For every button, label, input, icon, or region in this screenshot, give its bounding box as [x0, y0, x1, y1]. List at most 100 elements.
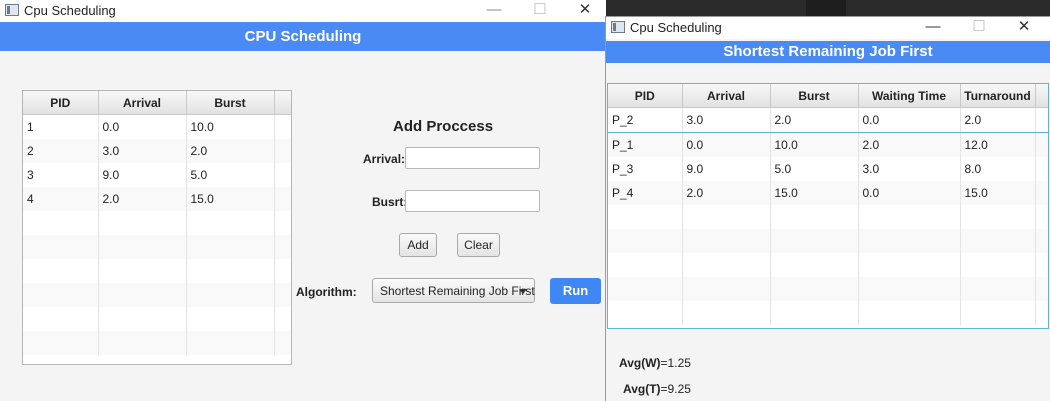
table-row[interactable]: 3 9.0 5.0	[23, 163, 291, 187]
table-cell	[858, 301, 961, 325]
add-button[interactable]: Add	[399, 233, 437, 257]
table-cell	[186, 235, 275, 259]
table-cell	[960, 229, 1036, 253]
table-cell: 0.0	[858, 107, 961, 133]
table-cell	[682, 301, 771, 325]
table-cell	[186, 283, 275, 307]
table-cell	[770, 301, 859, 325]
table-cell	[858, 277, 961, 301]
table-cell	[770, 205, 859, 229]
table-row[interactable]	[23, 235, 291, 259]
algorithm-label: Algorithm:	[296, 285, 357, 299]
table-cell	[186, 331, 275, 355]
table-cell: 0.0	[858, 181, 961, 205]
column-header-waiting-time[interactable]: Waiting Time	[858, 84, 961, 108]
table-cell	[608, 229, 683, 253]
table-row[interactable]	[608, 205, 1048, 229]
table-cell: 2	[23, 139, 99, 163]
table-cell: 10.0	[186, 114, 275, 139]
table-cell	[23, 211, 99, 235]
table-row[interactable]	[608, 253, 1048, 277]
table-cell-filler	[1035, 205, 1048, 229]
column-header-pid[interactable]: PID	[608, 84, 683, 108]
clear-button[interactable]: Clear	[457, 233, 500, 257]
column-header-pid[interactable]: PID	[23, 91, 99, 115]
table-cell: 0.0	[98, 114, 187, 139]
maximize-button[interactable]: ☐	[518, 0, 562, 22]
table-cell: 15.0	[960, 181, 1036, 205]
close-button[interactable]: ✕	[1002, 17, 1046, 39]
table-cell-filler	[274, 283, 291, 307]
table-row[interactable]	[23, 283, 291, 307]
table-cell: 5.0	[770, 157, 859, 181]
table-cell: 3.0	[858, 157, 961, 181]
table-cell: 12.0	[960, 132, 1036, 157]
avg-turnaround-value: =9.25	[660, 382, 691, 396]
column-header-filler	[274, 91, 291, 115]
table-cell: P_1	[608, 132, 683, 157]
table-cell-filler	[274, 211, 291, 235]
app-icon	[5, 4, 19, 16]
chevron-down-icon	[519, 289, 527, 294]
column-header-burst[interactable]: Burst	[186, 91, 275, 115]
table-cell: 15.0	[770, 181, 859, 205]
avg-turnaround-label: Avg(T)	[623, 382, 661, 396]
column-header-arrival[interactable]: Arrival	[98, 91, 187, 115]
table-row[interactable]: 1 0.0 10.0	[23, 114, 291, 139]
table-row[interactable]: P_1 0.0 10.0 2.0 12.0	[608, 132, 1048, 157]
table-row[interactable]	[23, 259, 291, 283]
table-cell: 2.0	[960, 107, 1036, 133]
table-cell-filler	[274, 331, 291, 355]
column-header-turnaround[interactable]: Turnaround	[960, 84, 1036, 108]
column-header-burst[interactable]: Burst	[770, 84, 859, 108]
table-cell	[23, 259, 99, 283]
table-cell-filler	[274, 235, 291, 259]
main-window-title: Cpu Scheduling	[24, 3, 116, 18]
table-cell	[98, 211, 187, 235]
table-cell-filler	[1035, 253, 1048, 277]
table-row[interactable]	[608, 229, 1048, 253]
table-cell: 8.0	[960, 157, 1036, 181]
table-cell: 1	[23, 114, 99, 139]
main-titlebar[interactable]: Cpu Scheduling — ☐ ✕	[0, 0, 606, 22]
table-cell	[858, 229, 961, 253]
table-cell	[98, 331, 187, 355]
table-cell	[23, 307, 99, 331]
algorithm-selected-value: Shortest Remaining Job First	[380, 284, 535, 298]
algorithm-select[interactable]: Shortest Remaining Job First	[372, 278, 535, 303]
table-row[interactable]: P_4 2.0 15.0 0.0 15.0	[608, 181, 1048, 205]
table-row[interactable]: P_2 3.0 2.0 0.0 2.0	[608, 107, 1048, 133]
result-titlebar[interactable]: Cpu Scheduling — ☐ ✕	[606, 17, 1050, 39]
table-row[interactable]	[608, 277, 1048, 301]
table-cell: P_4	[608, 181, 683, 205]
minimize-button[interactable]: —	[911, 17, 955, 39]
table-row[interactable]	[608, 301, 1048, 325]
maximize-button[interactable]: ☐	[957, 17, 1001, 39]
table-cell: 4	[23, 187, 99, 211]
table-cell: 2.0	[98, 187, 187, 211]
table-cell-filler	[274, 114, 291, 139]
result-window: Cpu Scheduling — ☐ ✕ Shortest Remaining …	[605, 16, 1050, 401]
table-cell	[186, 211, 275, 235]
table-row[interactable]: P_3 9.0 5.0 3.0 8.0	[608, 157, 1048, 181]
results-table[interactable]: PID Arrival Burst Waiting Time Turnaroun…	[607, 83, 1049, 329]
minimize-button[interactable]: —	[472, 0, 516, 22]
table-cell	[608, 277, 683, 301]
process-table[interactable]: PID Arrival Burst 1 0.0 10.0 2 3.0 2.0 3 9.0 5.0…	[22, 90, 292, 365]
run-button[interactable]: Run	[550, 278, 601, 304]
table-row[interactable]: 4 2.0 15.0	[23, 187, 291, 211]
burst-label: Busrt:	[372, 195, 408, 209]
table-cell	[23, 283, 99, 307]
table-cell: 5.0	[186, 163, 275, 187]
table-row[interactable]: 2 3.0 2.0	[23, 139, 291, 163]
table-row[interactable]	[23, 211, 291, 235]
table-cell	[960, 253, 1036, 277]
table-row[interactable]	[23, 331, 291, 355]
table-row[interactable]	[23, 307, 291, 331]
table-cell	[98, 283, 187, 307]
table-cell-filler	[274, 139, 291, 163]
burst-input[interactable]	[405, 190, 540, 212]
arrival-input[interactable]	[405, 147, 540, 169]
column-header-arrival[interactable]: Arrival	[682, 84, 771, 108]
close-button[interactable]: ✕	[563, 0, 606, 22]
